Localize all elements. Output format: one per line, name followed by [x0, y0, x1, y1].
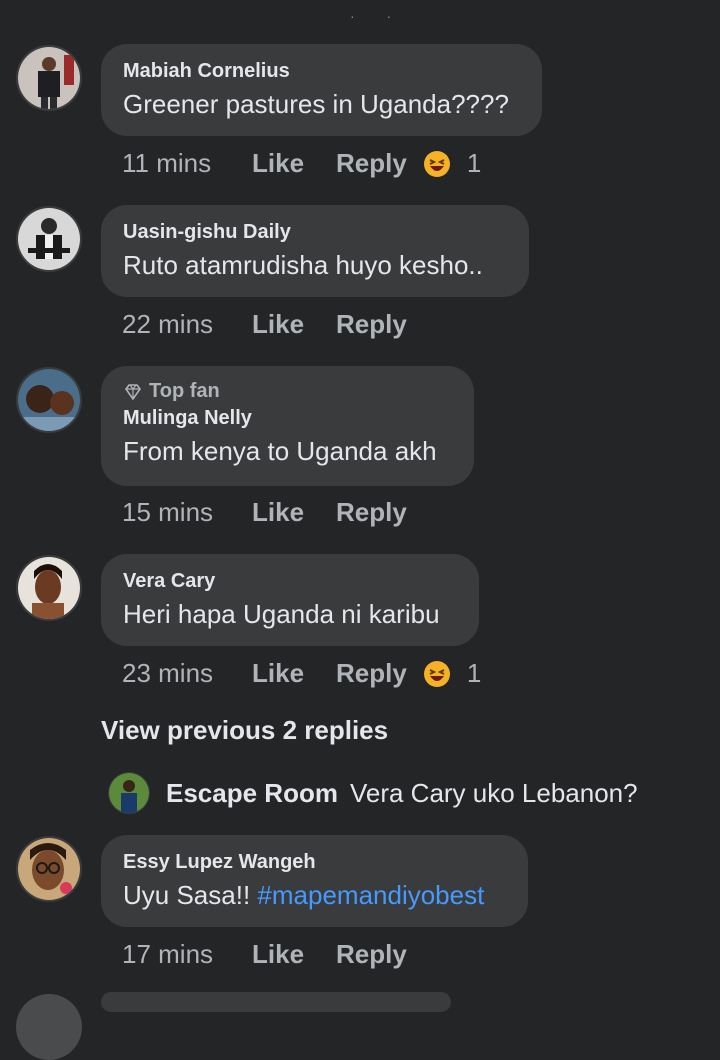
- comment-bubble[interactable]: Vera Cary Heri hapa Uganda ni karibu: [101, 554, 479, 646]
- comment-actions: 15 mins Like Reply: [122, 497, 423, 528]
- like-button[interactable]: Like: [252, 148, 336, 179]
- like-button[interactable]: Like: [252, 658, 336, 689]
- comment-author[interactable]: Vera Cary: [123, 568, 457, 594]
- comment-author[interactable]: Mabiah Cornelius: [123, 58, 520, 84]
- comment-text-prefix: Uyu Sasa!!: [123, 880, 258, 910]
- laughing-emoji-icon[interactable]: [423, 660, 451, 688]
- avatar[interactable]: [108, 772, 150, 814]
- hashtag-link[interactable]: #mapemandiyobest: [257, 880, 484, 910]
- comment-author[interactable]: Mulinga Nelly: [123, 405, 452, 431]
- avatar[interactable]: [16, 206, 82, 272]
- reply-text: Vera Cary uko Lebanon?: [349, 777, 638, 808]
- comment-text: Ruto atamrudisha huyo kesho..: [123, 250, 483, 280]
- comment-bubble[interactable]: Mabiah Cornelius Greener pastures in Uga…: [101, 44, 542, 136]
- comment-text: Uyu Sasa!! #mapemandiyobest: [123, 877, 506, 913]
- reaction-count[interactable]: 1: [467, 148, 481, 179]
- reply-button[interactable]: Reply: [336, 497, 407, 528]
- comment-time[interactable]: 17 mins: [122, 939, 252, 970]
- avatar[interactable]: [16, 994, 82, 1060]
- comment-text: Heri hapa Uganda ni karibu: [123, 599, 440, 629]
- reply-button[interactable]: Reply: [336, 309, 407, 340]
- avatar[interactable]: [16, 367, 82, 433]
- diamond-icon: [125, 383, 141, 400]
- comment-actions: 22 mins Like Reply: [122, 309, 423, 340]
- reply-button[interactable]: Reply: [336, 939, 407, 970]
- comment-text: Greener pastures in Uganda????: [123, 89, 509, 119]
- avatar[interactable]: [16, 45, 82, 111]
- laughing-emoji-icon[interactable]: [423, 150, 451, 178]
- scroll-indicator: · ·: [350, 8, 406, 24]
- comment-actions: 23 mins Like Reply 1: [122, 658, 481, 689]
- reply-preview[interactable]: Escape Room Vera Cary uko Lebanon?: [108, 772, 638, 814]
- reaction-count[interactable]: 1: [467, 658, 481, 689]
- comment-bubble[interactable]: Uasin-gishu Daily Ruto atamrudisha huyo …: [101, 205, 529, 297]
- comment-time[interactable]: 22 mins: [122, 309, 252, 340]
- comment-actions: 11 mins Like Reply 1: [122, 148, 481, 179]
- reply-button[interactable]: Reply: [336, 658, 407, 689]
- like-button[interactable]: Like: [252, 309, 336, 340]
- comment-bubble[interactable]: Essy Lupez Wangeh Uyu Sasa!! #mapemandiy…: [101, 835, 528, 927]
- comment-bubble[interactable]: Top fan Mulinga Nelly From kenya to Ugan…: [101, 366, 474, 486]
- reply-button[interactable]: Reply: [336, 148, 407, 179]
- comment-time[interactable]: 15 mins: [122, 497, 252, 528]
- comment-time[interactable]: 11 mins: [122, 148, 252, 179]
- top-fan-label: Top fan: [149, 380, 220, 402]
- view-previous-replies-link[interactable]: View previous 2 replies: [101, 715, 388, 746]
- top-fan-badge: Top fan: [123, 380, 452, 403]
- comment-author[interactable]: Essy Lupez Wangeh: [123, 849, 506, 875]
- comment-text: From kenya to Uganda akh: [123, 436, 437, 466]
- like-button[interactable]: Like: [252, 497, 336, 528]
- reply-author[interactable]: Escape Room: [166, 778, 338, 809]
- like-button[interactable]: Like: [252, 939, 336, 970]
- avatar[interactable]: [16, 555, 82, 621]
- comment-bubble[interactable]: [101, 992, 451, 1012]
- avatar[interactable]: [16, 836, 82, 902]
- comment-actions: 17 mins Like Reply: [122, 939, 423, 970]
- comment-time[interactable]: 23 mins: [122, 658, 252, 689]
- comment-author[interactable]: Uasin-gishu Daily: [123, 219, 507, 245]
